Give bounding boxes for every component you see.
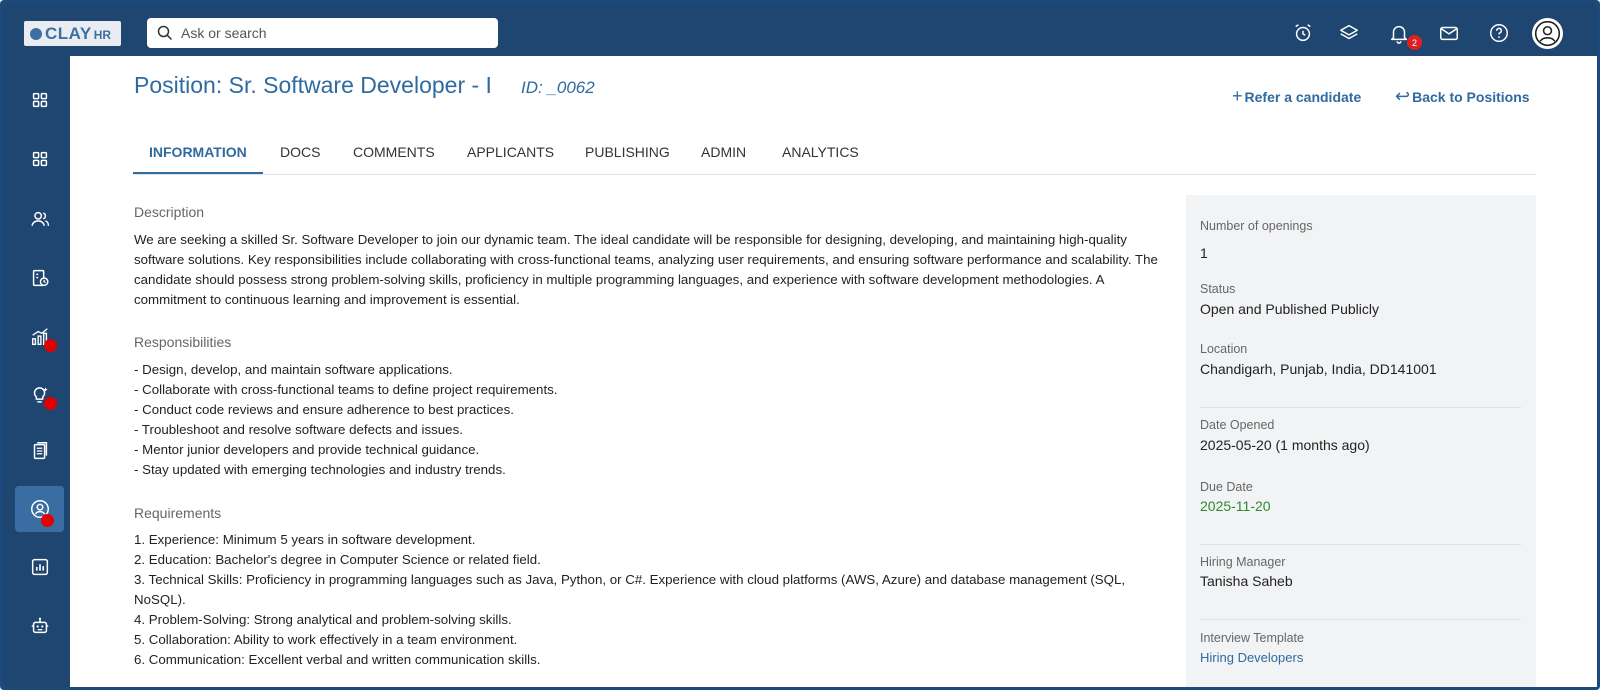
- app-window: CLAY HR 2: [0, 0, 1600, 690]
- divider: [1200, 619, 1521, 620]
- due-date-value: 2025-11-20: [1200, 498, 1271, 514]
- layers-icon[interactable]: [1337, 21, 1361, 45]
- people-icon[interactable]: [15, 196, 64, 242]
- tab-applicants[interactable]: APPLICANTS: [467, 144, 554, 160]
- hiring-manager-label: Hiring Manager: [1200, 555, 1286, 569]
- tab-publishing[interactable]: PUBLISHING: [585, 144, 670, 160]
- location-label: Location: [1200, 342, 1248, 356]
- analytics-bars-icon[interactable]: [15, 314, 64, 360]
- return-arrow-icon: ↩: [1395, 86, 1411, 106]
- documents-icon[interactable]: [15, 428, 64, 474]
- tab-bar: INFORMATION DOCS COMMENTS APPLICANTS PUB…: [133, 139, 1536, 175]
- responsibility-item: - Collaborate with cross-functional team…: [134, 382, 558, 397]
- requirement-item: 3. Technical Skills: Proficiency in prog…: [134, 572, 1126, 587]
- requirement-item: 4. Problem-Solving: Strong analytical an…: [134, 612, 512, 627]
- interview-template-link[interactable]: Hiring Developers: [1200, 650, 1303, 665]
- interview-template-label: Interview Template: [1200, 631, 1304, 645]
- search-icon: [157, 25, 173, 41]
- responsibility-item: - Stay updated with emerging technologie…: [134, 462, 506, 477]
- openings-value: 1: [1200, 245, 1208, 261]
- report-chart-icon[interactable]: [15, 544, 64, 590]
- building-clock-icon[interactable]: [15, 255, 64, 301]
- tab-information[interactable]: INFORMATION: [149, 144, 247, 160]
- requirement-item: NoSQL).: [134, 592, 186, 607]
- status-value: Open and Published Publicly: [1200, 301, 1380, 317]
- responsibility-item: - Troubleshoot and resolve software defe…: [134, 422, 463, 437]
- responsibilities-label: Responsibilities: [134, 334, 232, 350]
- tab-docs[interactable]: DOCS: [280, 144, 320, 160]
- plus-icon: +: [1232, 86, 1243, 106]
- notification-count-badge: 2: [1407, 35, 1422, 50]
- requirement-item: 2. Education: Bachelor's degree in Compu…: [134, 552, 541, 567]
- tab-analytics[interactable]: ANALYTICS: [782, 144, 859, 160]
- active-tab-indicator: [133, 172, 263, 174]
- hiring-manager-value: Tanisha Saheb: [1200, 573, 1293, 589]
- recruit-notification-dot: [41, 514, 54, 527]
- responsibility-item: - Mentor junior developers and provide t…: [134, 442, 480, 457]
- openings-label: Number of openings: [1200, 219, 1313, 233]
- location-value: Chandigarh, Punjab, India, DD141001: [1200, 361, 1437, 377]
- help-icon[interactable]: [1487, 21, 1511, 45]
- date-opened-value: 2025-05-20 (1 months ago): [1200, 437, 1370, 453]
- logo-mark-icon: [30, 27, 42, 40]
- user-avatar-icon[interactable]: [1532, 18, 1563, 49]
- position-details-panel: Number of openings 1 Status Open and Pub…: [1186, 195, 1536, 687]
- status-label: Status: [1200, 282, 1236, 296]
- mail-icon[interactable]: [1437, 21, 1461, 45]
- responsibility-item: - Design, develop, and maintain software…: [134, 362, 453, 377]
- requirement-item: 6. Communication: Excellent verbal and w…: [134, 652, 541, 667]
- dashboard-grid-icon[interactable]: [15, 77, 64, 123]
- ideas-notification-dot: [44, 397, 57, 410]
- requirements-label: Requirements: [134, 505, 222, 521]
- date-opened-label: Date Opened: [1200, 418, 1275, 432]
- alarm-icon[interactable]: [1291, 21, 1315, 45]
- description-text: We are seeking a skilled Sr. Software De…: [134, 232, 1158, 307]
- divider: [1200, 544, 1521, 545]
- clayhr-logo[interactable]: CLAY HR: [24, 21, 121, 46]
- analytics-notification-dot: [44, 339, 57, 352]
- description-label: Description: [134, 204, 205, 220]
- tab-admin[interactable]: ADMIN: [701, 144, 746, 160]
- back-to-positions-label: Back to Positions: [1412, 88, 1530, 105]
- logo-subtext: HR: [93, 27, 112, 42]
- search-input[interactable]: [181, 25, 481, 41]
- responsibility-item: - Conduct code reviews and ensure adhere…: [134, 402, 514, 417]
- due-date-label: Due Date: [1200, 480, 1253, 494]
- refer-candidate-label: Refer a candidate: [1244, 88, 1362, 105]
- refer-candidate-link[interactable]: + Refer a candidate: [1232, 86, 1361, 107]
- page-title: Position: Sr. Software Developer - I: [134, 72, 492, 98]
- lightbulb-icon[interactable]: [15, 372, 64, 418]
- logo-text: CLAY: [45, 23, 92, 43]
- main-content: Position: Sr. Software Developer - I ID:…: [70, 56, 1597, 687]
- robot-icon[interactable]: [15, 603, 64, 649]
- back-to-positions-link[interactable]: ↩ Back to Positions: [1395, 86, 1530, 107]
- recruit-user-icon[interactable]: [15, 486, 64, 532]
- requirement-item: 5. Collaboration: Ability to work effect…: [134, 632, 518, 647]
- apps-grid-icon[interactable]: [15, 136, 64, 182]
- sidebar: [3, 56, 70, 687]
- requirement-item: 1. Experience: Minimum 5 years in softwa…: [134, 532, 476, 547]
- search-box[interactable]: [147, 18, 498, 48]
- position-id: ID: _0062: [521, 78, 595, 97]
- top-bar: CLAY HR 2: [3, 3, 1597, 56]
- tab-comments[interactable]: COMMENTS: [353, 144, 435, 160]
- divider: [1200, 407, 1521, 408]
